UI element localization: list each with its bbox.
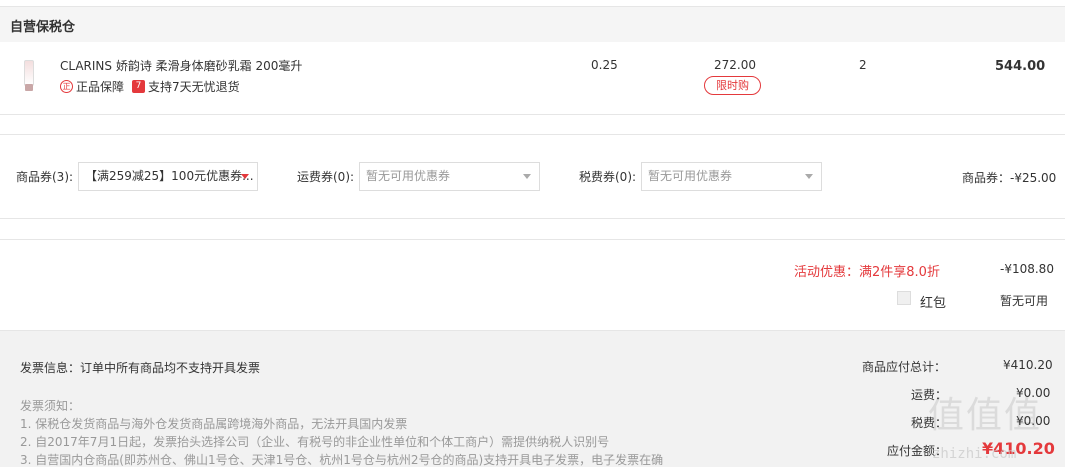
- section-title: 自营保税仓: [10, 20, 76, 35]
- goods-coupon-select[interactable]: 【满259减25】100元优惠券...: [78, 162, 258, 191]
- goods-total-label: 商品应付总计：: [862, 360, 947, 374]
- chevron-down-icon: [241, 174, 249, 179]
- invoice-note-3: 3. 自营国内仓商品(即苏州仓、佛山1号仓、天津1号仓、杭州1号仓与杭州2号仓的…: [20, 453, 664, 467]
- goods-total-value: ¥410.20: [1003, 358, 1053, 372]
- promotion-text: 活动优惠：满2件享8.0折: [794, 265, 940, 280]
- shipping-label: 运费：: [911, 388, 948, 402]
- unit-price: 272.00: [714, 58, 756, 72]
- divider: [0, 134, 1065, 135]
- tax-value: ¥0.00: [1016, 414, 1051, 428]
- chevron-down-icon: [805, 174, 813, 179]
- shipping-coupon-label: 运费券(0):: [297, 170, 355, 184]
- goods-coupon-selected: 【满259减25】100元优惠券...: [85, 169, 254, 183]
- invoice-note-2: 2. 自2017年7月1日起，发票抬头选择公司（企业、有税号的非企业性单位和个体…: [20, 435, 610, 449]
- coupon-discount-summary: 商品券：-¥25.00: [962, 171, 1057, 185]
- divider: [0, 239, 1065, 240]
- shipping-value: ¥0.00: [1016, 386, 1051, 400]
- quantity: 2: [859, 58, 867, 72]
- genuine-badge-icon: 正: [60, 80, 73, 93]
- limited-time-tag: 限时购: [704, 76, 761, 95]
- invoice-info: 发票信息：订单中所有商品均不支持开具发票: [20, 361, 261, 375]
- genuine-badge-label: 正品保障: [76, 80, 125, 94]
- service-badges: 正 正品保障 7 支持7天无忧退货: [60, 78, 240, 95]
- tax-coupon-selected: 暂无可用优惠券: [648, 169, 733, 183]
- watermark-sub: zhizhi.com: [932, 446, 1017, 462]
- goods-coupon-label: 商品券(3):: [16, 170, 74, 184]
- return-badge-icon: 7: [132, 80, 146, 93]
- hongbao-label: 红包: [920, 296, 947, 311]
- invoice-notes-title: 发票须知：: [20, 399, 81, 413]
- divider: [0, 114, 1065, 115]
- tax-rate: 0.25: [591, 58, 618, 72]
- tax-label: 税费：: [911, 416, 948, 430]
- shipping-coupon-select[interactable]: 暂无可用优惠券: [359, 162, 540, 191]
- promotion-value: -¥108.80: [1000, 262, 1054, 276]
- chevron-down-icon: [523, 174, 531, 179]
- item-subtotal: 544.00: [995, 59, 1046, 74]
- tax-coupon-label: 税费券(0):: [579, 170, 637, 184]
- shipping-coupon-selected: 暂无可用优惠券: [366, 169, 451, 183]
- product-name-link[interactable]: CLARINS 娇韵诗 柔滑身体磨砂乳霜 200毫升: [60, 57, 302, 74]
- product-thumbnail[interactable]: [20, 60, 38, 92]
- hongbao-checkbox[interactable]: [897, 291, 911, 305]
- section-header: 自营保税仓: [0, 6, 1065, 42]
- return-badge-label: 支持7天无忧退货: [148, 80, 240, 94]
- tax-coupon-select[interactable]: 暂无可用优惠券: [641, 162, 822, 191]
- hongbao-value: 暂无可用: [1000, 294, 1049, 308]
- divider: [0, 218, 1065, 219]
- invoice-note-1: 1. 保税仓发货商品与海外仓发货商品属跨境海外商品，无法开具国内发票: [20, 417, 408, 431]
